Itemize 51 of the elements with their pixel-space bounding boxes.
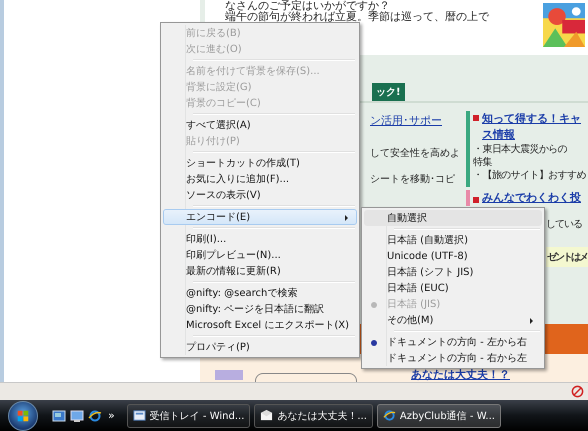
notice-banner: ゼントはメ [546,247,588,267]
article-link[interactable]: ス情報 [482,127,581,143]
menu-item[interactable]: 日本語 (シフト JIS) [364,264,542,280]
browser-icon [382,409,396,422]
envelope-icon [260,409,274,422]
article-text: ・東日本大震災からの [473,143,568,156]
menu-item[interactable]: その他(M) [364,312,542,328]
browser-icon[interactable] [88,408,102,422]
menu-item[interactable]: 最新の情報に更新(R) [163,263,357,279]
menu-item[interactable]: 印刷(I)... [163,231,357,247]
accent-bar [466,190,470,206]
article-text: している [546,218,582,231]
menu-item[interactable]: 印刷プレビュー(N)... [163,247,357,263]
menu-item[interactable]: @nifty: @searchで検索 [163,285,357,301]
section-tag: ック! [372,83,405,101]
menu-item[interactable]: @nifty: ページを日本語に翻訳 [163,301,357,317]
overflow-chevron[interactable]: » [108,409,115,422]
article-link[interactable]: 知って得する！キャ [482,111,581,127]
article-link[interactable]: あなたは大丈夫！？ [411,368,510,382]
start-button[interactable] [8,400,38,430]
article-text: 端午の節句が終われば立夏。季節は巡って、暦の上で [225,11,489,22]
menu-item[interactable]: ソースの表示(V) [163,187,357,203]
article-link[interactable]: ン活用･サポー [370,113,466,128]
inbox-icon [132,409,146,422]
article-text: なさんのご予定はいかがですか？ [225,0,391,11]
article-text: して安全性を高めよ [370,146,461,160]
taskbar-button[interactable]: あなたは大丈夫！... [254,404,373,428]
article-text: シートを移動･コピ [370,173,456,186]
window-switcher-icon[interactable] [70,408,84,422]
taskbar-button[interactable]: 受信トレイ - Wind... [126,404,250,428]
menu-item[interactable]: すべて選択(A) [163,117,357,133]
article-link[interactable]: みんなでわくわく投 [482,190,581,206]
menu-item[interactable]: ショートカットの作成(T) [163,155,357,171]
menu-item[interactable]: ドキュメントの方向 - 右から左 [364,350,542,366]
show-desktop-icon[interactable] [52,408,66,422]
taskbar-button[interactable]: AzbyClub通信 - W... [376,404,501,428]
menu-item[interactable]: エンコード(E) [163,209,357,225]
menu-item[interactable]: プロパティ(P) [163,339,357,355]
blocked-icon[interactable] [571,385,584,398]
windows-logo-icon [16,408,30,422]
article-text: ・【旅のサイト】おすすめ [473,169,586,182]
menu-item[interactable]: 日本語 (自動選択) [364,232,542,248]
menu-item[interactable]: 日本語 (EUC) [364,280,542,296]
menu-item[interactable]: お気に入りに追加(F)... [163,171,357,187]
menu-item[interactable]: 自動選択 [364,210,542,226]
article-text: 特集 [473,156,493,169]
bullet-icon [473,197,479,203]
menu-item[interactable]: Microsoft Excel にエクスポート(X) [163,317,357,333]
menu-item[interactable]: Unicode (UTF-8) [364,248,542,264]
menu-item[interactable]: ドキュメントの方向 - 左から右 [364,334,542,350]
bullet-icon [473,115,479,121]
